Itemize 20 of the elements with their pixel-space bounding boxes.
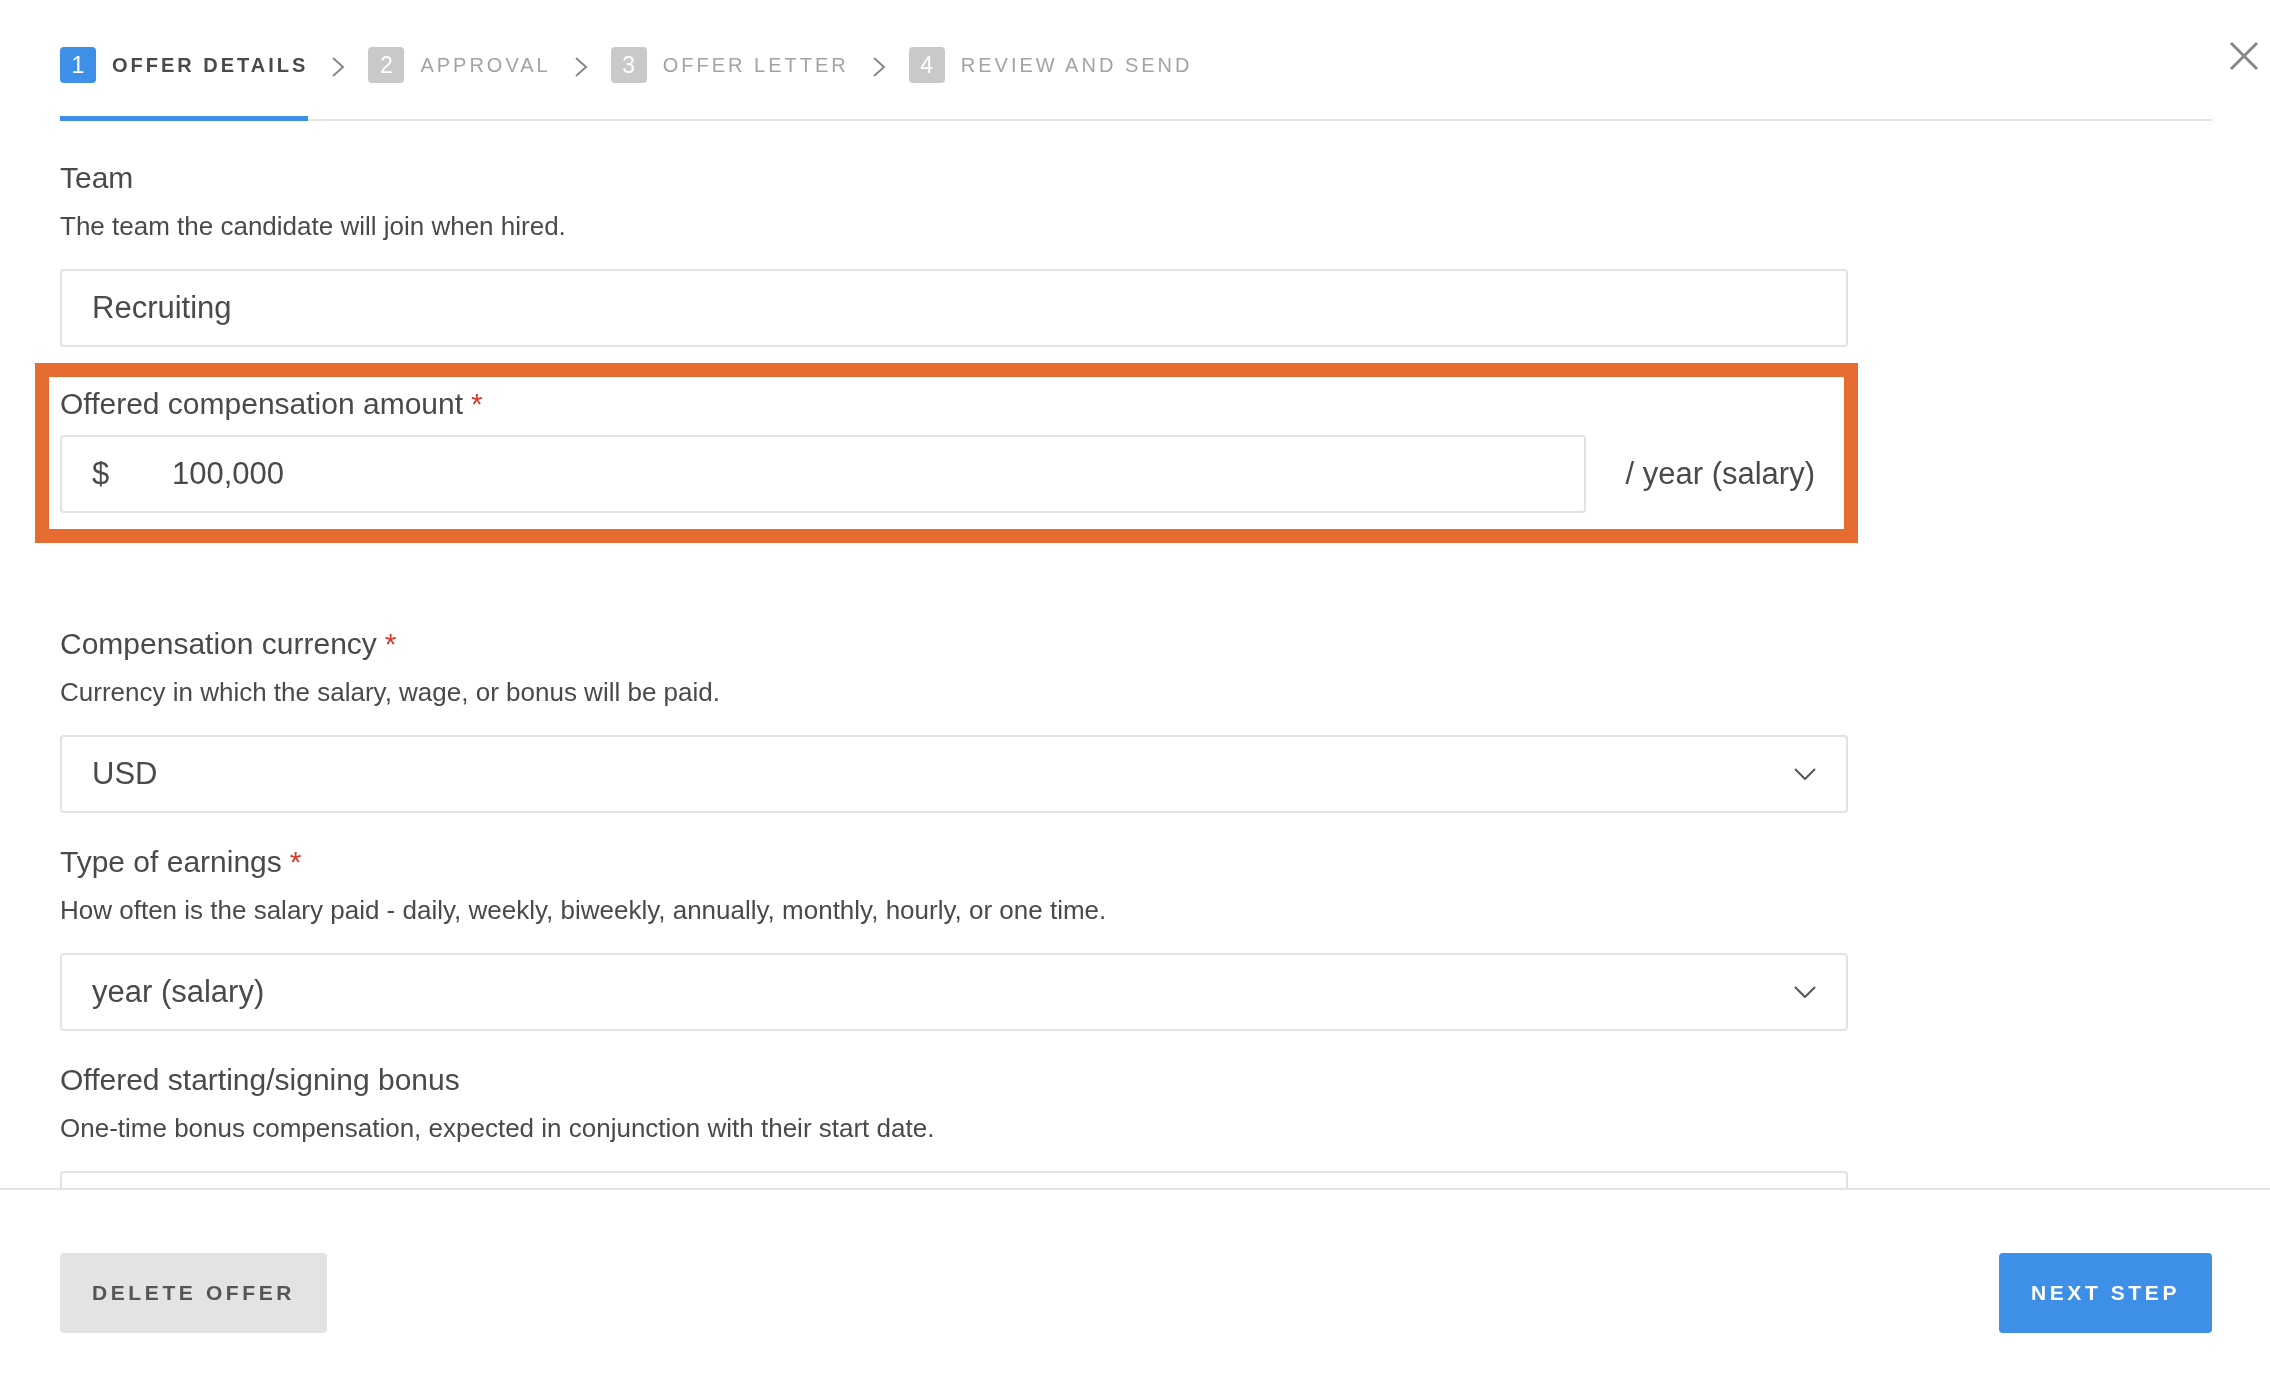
step-tab[interactable]: 1 OFFER DETAILS <box>60 47 309 121</box>
select-field[interactable]: USD <box>60 735 1848 813</box>
field-label: Type of earnings * <box>60 844 303 880</box>
chevron-down-icon <box>1794 986 1816 998</box>
field-label: Compensation currency * <box>60 626 398 662</box>
chevron-down-icon <box>1794 768 1816 780</box>
unit-label: / year (salary) <box>1625 456 1815 492</box>
field-description: Currency in which the salary, wage, or bonus will be paid. <box>60 676 721 709</box>
field-label: Offered compensation amount * <box>60 386 484 422</box>
field-description: One-time bonus compensation, expected in conjunction with their start date. <box>60 1112 936 1145</box>
select-field[interactable]: year (salary) <box>60 953 1848 1031</box>
field-label: Team <box>60 160 135 196</box>
input-field[interactable]: Recruiting <box>60 269 1848 347</box>
amount-field[interactable]: $ 100,000 <box>60 435 1586 513</box>
field-description: The team the candidate will join when hired. <box>60 210 567 243</box>
close-icon[interactable] <box>2228 40 2260 72</box>
delete-offer-button[interactable]: DELETE OFFER <box>60 1253 328 1333</box>
chevron-right-icon <box>330 55 347 78</box>
field-description: How often is the salary paid - daily, weekly, biweekly, annually, monthly, hourly, or one time. <box>60 894 1108 927</box>
field-label: Offered starting/signing bonus <box>60 1062 461 1098</box>
